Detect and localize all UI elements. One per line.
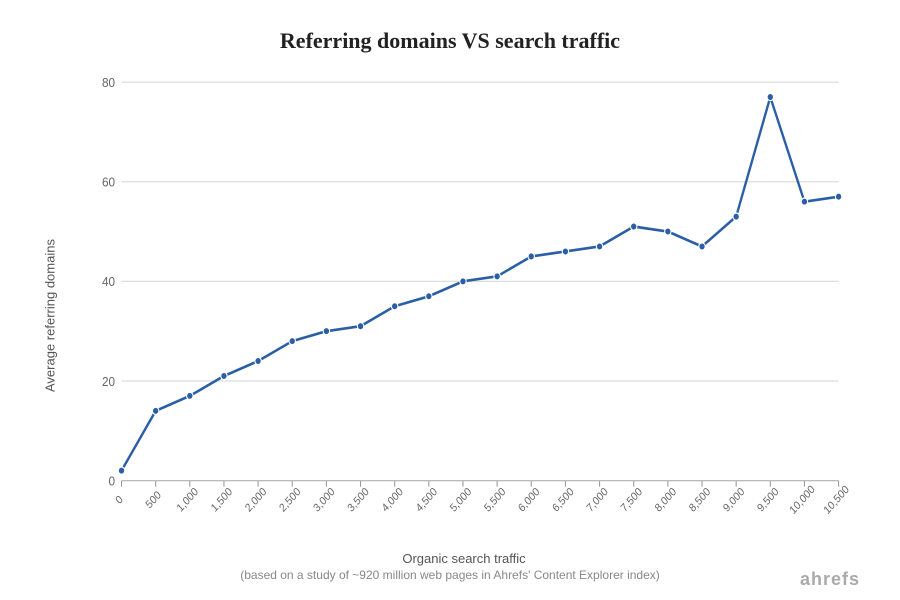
svg-text:8,500: 8,500 — [687, 485, 713, 514]
svg-text:4,500: 4,500 — [414, 485, 440, 514]
svg-text:3,000: 3,000 — [311, 485, 337, 514]
brand-logo: ahrefs — [800, 569, 860, 590]
svg-text:1,500: 1,500 — [209, 485, 235, 514]
svg-text:2,000: 2,000 — [243, 485, 269, 514]
svg-text:0: 0 — [114, 493, 126, 506]
svg-text:500: 500 — [144, 489, 164, 512]
chart-title: Referring domains VS search traffic — [280, 28, 620, 54]
svg-text:5,000: 5,000 — [448, 485, 474, 514]
svg-text:9,000: 9,000 — [721, 485, 747, 514]
svg-text:80: 80 — [102, 75, 115, 90]
svg-text:6,500: 6,500 — [550, 485, 576, 514]
svg-text:7,500: 7,500 — [619, 485, 645, 514]
svg-text:10,000: 10,000 — [787, 483, 817, 517]
svg-text:7,000: 7,000 — [585, 485, 611, 514]
y-axis-label: Average referring domains — [40, 64, 60, 568]
svg-text:40: 40 — [102, 275, 115, 290]
svg-text:4,000: 4,000 — [380, 485, 406, 514]
chart-area: Average referring domains 0 20 40 60 80 0 500 1… — [40, 64, 860, 568]
svg-text:10,500: 10,500 — [822, 483, 852, 517]
footer-row: (based on a study of ~920 million web pa… — [0, 568, 900, 590]
footer-text: (based on a study of ~920 million web pa… — [240, 568, 660, 582]
svg-text:9,500: 9,500 — [755, 485, 781, 514]
svg-text:20: 20 — [102, 374, 115, 389]
x-axis-label: Organic search traffic — [68, 547, 860, 568]
svg-text:0: 0 — [109, 474, 116, 489]
svg-text:1,000: 1,000 — [175, 485, 201, 514]
plot-wrapper: 0 20 40 60 80 0 500 1,000 1,500 2,000 2,500 3,000 3,… — [68, 64, 860, 568]
svg-text:8,000: 8,000 — [653, 485, 679, 514]
svg-text:5,500: 5,500 — [482, 485, 508, 514]
line-chart: 0 20 40 60 80 0 500 1,000 1,500 2,000 2,500 3,000 3,… — [68, 64, 860, 547]
svg-text:3,500: 3,500 — [346, 485, 372, 514]
chart-container: Referring domains VS search traffic Aver… — [0, 0, 900, 600]
svg-text:2,500: 2,500 — [277, 485, 303, 514]
svg-text:60: 60 — [102, 175, 115, 190]
svg-text:6,000: 6,000 — [516, 485, 542, 514]
